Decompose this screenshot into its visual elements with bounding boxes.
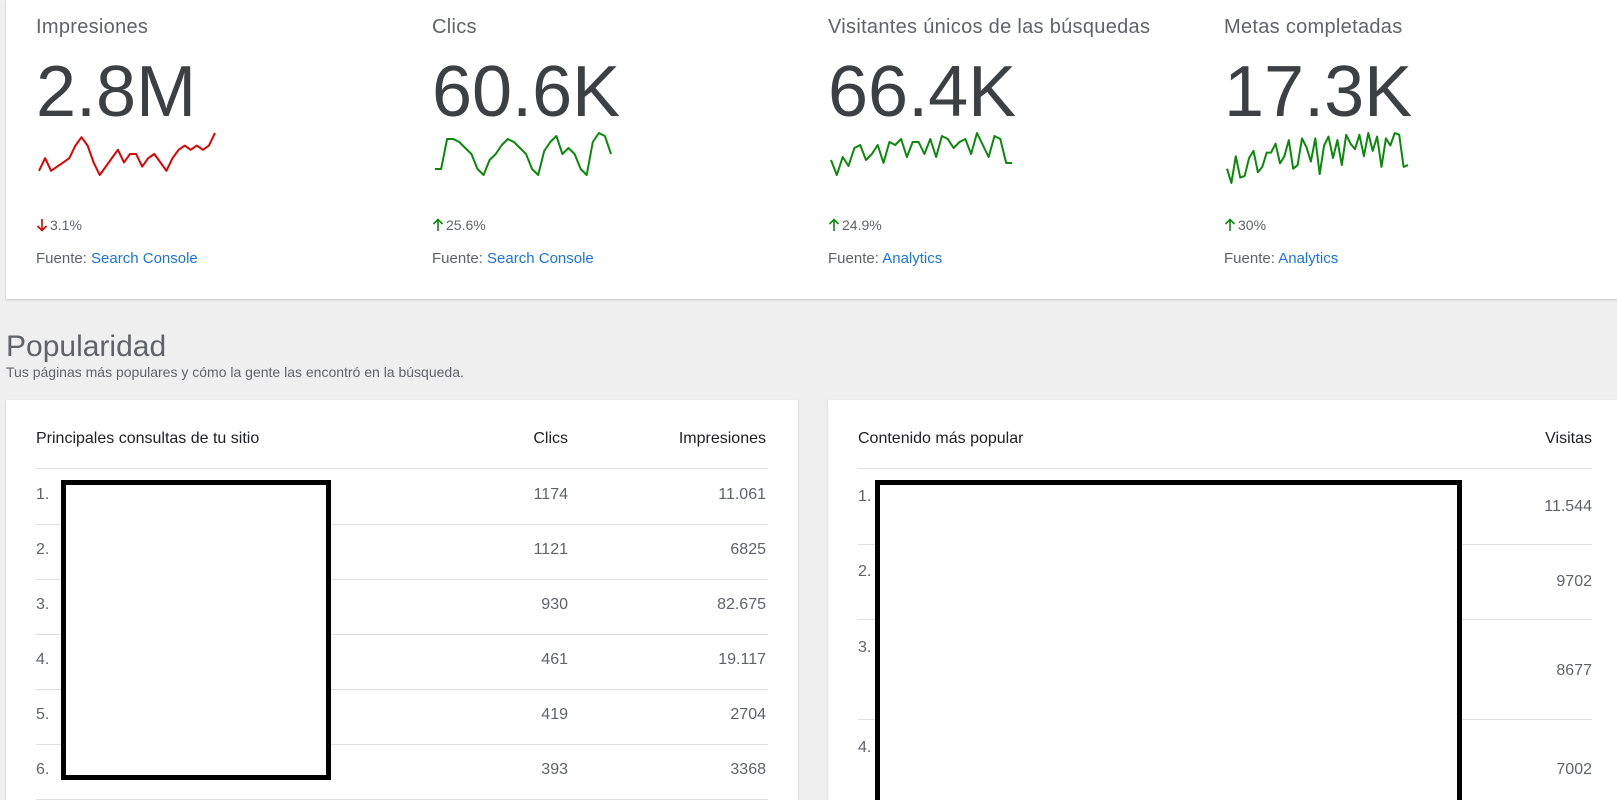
sparkline [435, 132, 612, 176]
source-link[interactable]: Search Console [91, 250, 198, 267]
row-index: 3. [858, 639, 872, 656]
row-index: 6. [36, 761, 50, 778]
row-clicks: 1121 [533, 541, 568, 558]
header-divider [36, 468, 768, 469]
metric-title: Impresiones [36, 16, 149, 38]
top-content-card: Contenido más popular Visitas 1. 11.544 … [828, 400, 1617, 800]
source-prefix: Fuente: [828, 250, 879, 267]
metric-source: Fuente: Search Console [432, 250, 594, 267]
clicks-column-header[interactable]: Clics [533, 430, 568, 448]
source-link[interactable]: Analytics [1278, 250, 1338, 267]
metric-source: Fuente: Analytics [828, 250, 942, 267]
row-index: 1. [36, 486, 50, 503]
row-index: 2. [858, 563, 872, 580]
arrow-up-icon [828, 218, 840, 231]
row-clicks: 461 [541, 651, 568, 668]
metric-change-value: 30% [1238, 217, 1267, 233]
metric-change-value: 3.1% [50, 217, 82, 233]
row-impressions: 82.675 [717, 596, 766, 613]
source-link[interactable]: Analytics [882, 250, 942, 267]
section-title: Popularidad [6, 330, 167, 363]
impressions-column-header[interactable]: Impresiones [679, 430, 766, 448]
sparkline [830, 132, 1012, 176]
queries-column-header: Principales consultas de tu sitio [36, 430, 260, 447]
row-clicks: 419 [541, 706, 568, 723]
metric-title: Metas completadas [1224, 16, 1403, 38]
row-index: 3. [36, 596, 50, 613]
metric-value: 66.4K [828, 52, 1017, 132]
row-index: 2. [36, 541, 50, 558]
redaction-box [61, 480, 331, 780]
metric-source: Fuente: Analytics [1224, 250, 1338, 267]
source-prefix: Fuente: [36, 250, 87, 267]
row-impressions: 3368 [730, 761, 766, 778]
row-impressions: 6825 [730, 541, 766, 558]
metric-value: 2.8M [36, 52, 197, 132]
metric-change: 24.9% [828, 217, 882, 233]
row-clicks: 1174 [533, 486, 568, 503]
sparkline [38, 132, 216, 176]
metric-source: Fuente: Search Console [36, 250, 198, 267]
row-visits: 7002 [1556, 761, 1592, 778]
redaction-box [875, 480, 1462, 800]
metric-change: 25.6% [432, 217, 486, 233]
sparkline-series [38, 132, 216, 176]
row-index: 1. [858, 488, 872, 505]
row-clicks: 930 [541, 596, 568, 613]
header-divider [858, 468, 1592, 469]
row-visits: 8677 [1556, 662, 1592, 679]
row-index: 5. [36, 706, 50, 723]
arrow-down-icon [36, 219, 48, 232]
row-clicks: 393 [541, 761, 568, 778]
metric-change: 30% [1224, 217, 1266, 233]
metric-change-value: 24.9% [842, 217, 882, 233]
sparkline-series [830, 132, 1012, 176]
metric-change: 3.1% [36, 217, 82, 233]
metric-title: Visitantes únicos de las búsquedas [828, 16, 1151, 38]
metric-value: 17.3K [1224, 52, 1413, 132]
row-index: 4. [858, 739, 872, 756]
source-prefix: Fuente: [1224, 250, 1275, 267]
sparkline-series [435, 132, 612, 176]
section-subtitle: Tus páginas más populares y cómo la gent… [6, 364, 464, 380]
arrow-up-icon [1224, 218, 1236, 231]
sparkline [1226, 132, 1409, 184]
metrics-card: Impresiones 2.8M 3.1% Fuente: Search Con… [6, 0, 1617, 299]
metric-impressions: Impresiones 2.8M 3.1% Fuente: Search Con… [36, 0, 416, 299]
arrow-up-icon [432, 218, 444, 231]
content-column-header: Contenido más popular [858, 430, 1024, 447]
metric-goals-completed: Metas completadas 17.3K 30% Fuente: Anal… [1224, 0, 1604, 299]
row-impressions: 2704 [730, 706, 766, 723]
sparkline-series [1226, 132, 1409, 184]
row-impressions: 11.061 [718, 486, 766, 503]
row-visits: 11.544 [1544, 498, 1592, 515]
metric-title: Clics [432, 16, 477, 38]
metric-clicks: Clics 60.6K 25.6% Fuente: Search Console [432, 0, 812, 299]
row-index: 4. [36, 651, 50, 668]
source-link[interactable]: Search Console [487, 250, 594, 267]
source-prefix: Fuente: [432, 250, 483, 267]
visits-column-header[interactable]: Visitas [1545, 430, 1592, 448]
metric-unique-visitors: Visitantes únicos de las búsquedas 66.4K… [828, 0, 1208, 299]
metric-value: 60.6K [432, 52, 621, 132]
row-impressions: 19.117 [718, 651, 766, 668]
top-queries-card: Principales consultas de tu sitio Clics … [6, 400, 798, 800]
metric-change-value: 25.6% [446, 217, 486, 233]
row-visits: 9702 [1556, 573, 1592, 590]
